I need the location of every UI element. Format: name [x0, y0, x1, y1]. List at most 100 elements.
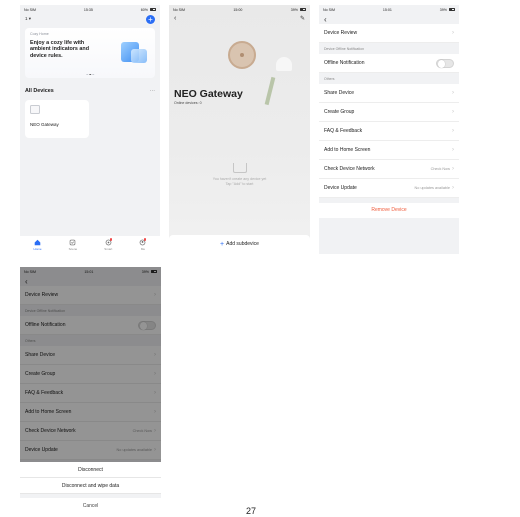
chevron-right-icon: ›: [452, 30, 454, 36]
chevron-right-icon: ›: [452, 185, 454, 191]
bottom-tab-bar: Home Scene Smart Me: [20, 236, 160, 253]
status-right: 39%: [142, 270, 157, 274]
back-icon[interactable]: ‹: [25, 277, 28, 286]
back-icon[interactable]: ‹: [324, 15, 327, 24]
empty-state: You haven't create any device yet Tap "A…: [169, 163, 310, 187]
back-icon[interactable]: ‹: [174, 15, 176, 22]
add-to-home-screen-row[interactable]: Add to Home Screen ›: [319, 141, 459, 160]
disconnect-wipe-button[interactable]: Disconnect and wipe data: [20, 478, 161, 494]
status-bar: No SIM 15:01 39%: [20, 267, 161, 276]
gateway-screen: No SIM 15:00 39% ‹ ✎ NEO Gateway Online …: [169, 5, 310, 253]
share-device-row[interactable]: Share Device ›: [20, 346, 161, 365]
chevron-right-icon: ›: [452, 128, 454, 134]
battery-icon: [449, 8, 455, 11]
wall-clock-decoration: [228, 41, 256, 69]
empty-line-2: Tap "Add" to start: [225, 182, 254, 186]
notification-dot: [109, 238, 113, 241]
chevron-right-icon: ›: [154, 292, 156, 298]
lamp-decoration: [276, 57, 292, 71]
status-right: 39%: [440, 8, 455, 12]
status-bar: No SIM 15:00 39%: [169, 5, 310, 14]
cancel-button[interactable]: Cancel: [20, 498, 161, 514]
device-review-row[interactable]: Device Review ›: [20, 286, 161, 305]
empty-tray-icon: [232, 163, 247, 173]
disconnect-button[interactable]: Disconnect: [20, 462, 161, 478]
status-right: 39%: [291, 8, 306, 12]
faq-feedback-row[interactable]: FAQ & Feedback ›: [20, 384, 161, 403]
others-group-label: Others: [324, 77, 335, 81]
carrier: No SIM: [173, 7, 185, 12]
home-header: 1 ▾ +: [20, 14, 160, 24]
tab-scene[interactable]: Scene: [69, 239, 77, 251]
cozy-home-banner[interactable]: Cozy Home Enjoy a cozy life with ambient…: [25, 28, 155, 78]
chevron-right-icon: ›: [452, 147, 454, 153]
chevron-right-icon: ›: [154, 371, 156, 377]
check-device-network-row[interactable]: Check Device Network Check Now ›: [20, 422, 161, 441]
device-update-row[interactable]: Device Update No updates available ›: [20, 441, 161, 460]
offline-notification-toggle[interactable]: [138, 320, 156, 330]
offline-notification-row: Offline Notification: [20, 316, 161, 335]
clock-time: 15:00: [233, 7, 243, 12]
tab-home[interactable]: Home: [34, 239, 42, 251]
others-group-label: Others: [25, 339, 36, 343]
home-icon: [34, 239, 41, 245]
settings-screen: No SIM 15:01 39% ‹ Device Review › Device…: [319, 5, 459, 254]
plus-icon: +: [220, 240, 225, 248]
battery-icon: [151, 270, 157, 273]
banner-text: Enjoy a cozy life with ambient indicator…: [30, 40, 90, 59]
status-bar: No SIM 15:35 60%: [20, 5, 160, 14]
chevron-right-icon: ›: [154, 390, 156, 396]
chevron-right-icon: ›: [452, 90, 454, 96]
battery-percent: 60%: [140, 7, 148, 12]
create-group-row[interactable]: Create Group ›: [20, 365, 161, 384]
clock-time: 15:35: [83, 7, 93, 12]
page-number: 27: [246, 506, 257, 516]
battery-percent: 39%: [439, 7, 447, 12]
add-device-button[interactable]: +: [146, 14, 155, 24]
device-update-row[interactable]: Device Update No updates available ›: [319, 179, 459, 198]
all-devices-header: All Devices ···: [20, 88, 160, 94]
carrier: No SIM: [323, 7, 335, 12]
chevron-right-icon: ›: [154, 409, 156, 415]
chevron-right-icon: ›: [154, 428, 156, 434]
device-card-neo-gateway[interactable]: NEO Gateway: [25, 100, 89, 138]
status-right: 60%: [141, 8, 156, 12]
all-devices-title: All Devices: [25, 88, 54, 94]
clock-time: 15:01: [84, 269, 94, 274]
tab-smart[interactable]: Smart: [104, 238, 113, 251]
remove-device-sheet-screen: No SIM 15:01 39% ‹ Device Review › Device…: [20, 267, 161, 514]
scene-icon: [70, 239, 76, 245]
remove-device-button[interactable]: Remove Device: [319, 203, 459, 218]
add-subdevice-button[interactable]: + Add subdevice: [169, 235, 310, 253]
offline-notification-toggle[interactable]: [436, 58, 454, 68]
gateway-icon: [30, 105, 40, 114]
gateway-hero: No SIM 15:00 39% ‹ ✎ NEO Gateway Online …: [169, 5, 310, 235]
share-device-row[interactable]: Share Device ›: [319, 84, 459, 103]
check-device-network-row[interactable]: Check Device Network Check Now ›: [319, 160, 459, 179]
add-subdevice-label: Add subdevice: [226, 241, 259, 247]
battery-icon: [150, 8, 156, 11]
home-selector[interactable]: 1 ▾: [25, 16, 31, 22]
banner-tag: Cozy Home: [30, 32, 49, 36]
faq-feedback-row[interactable]: FAQ & Feedback ›: [319, 122, 459, 141]
action-sheet: Disconnect Disconnect and wipe data Canc…: [20, 462, 161, 514]
tab-me[interactable]: Me: [139, 238, 147, 251]
device-name: NEO Gateway: [30, 122, 59, 127]
offline-group-label: Device Offline Notification: [25, 309, 66, 313]
edit-icon[interactable]: ✎: [300, 15, 305, 22]
plant-decoration: [264, 76, 276, 106]
ambient-device-illustration: [119, 39, 149, 67]
add-to-home-screen-row[interactable]: Add to Home Screen ›: [20, 403, 161, 422]
offline-notification-row: Offline Notification: [319, 54, 459, 73]
chevron-right-icon: ›: [154, 352, 156, 358]
device-review-row[interactable]: Device Review ›: [319, 24, 459, 43]
carrier: No SIM: [24, 7, 36, 12]
settings-nav: ‹: [20, 276, 161, 286]
create-group-row[interactable]: Create Group ›: [319, 103, 459, 122]
settings-nav: ‹: [319, 14, 459, 24]
battery-percent: 39%: [290, 7, 298, 12]
more-icon[interactable]: ···: [150, 88, 155, 94]
banner-pagination: [86, 73, 94, 75]
gateway-nav: ‹ ✎: [169, 14, 310, 23]
chevron-right-icon: ›: [452, 109, 454, 115]
